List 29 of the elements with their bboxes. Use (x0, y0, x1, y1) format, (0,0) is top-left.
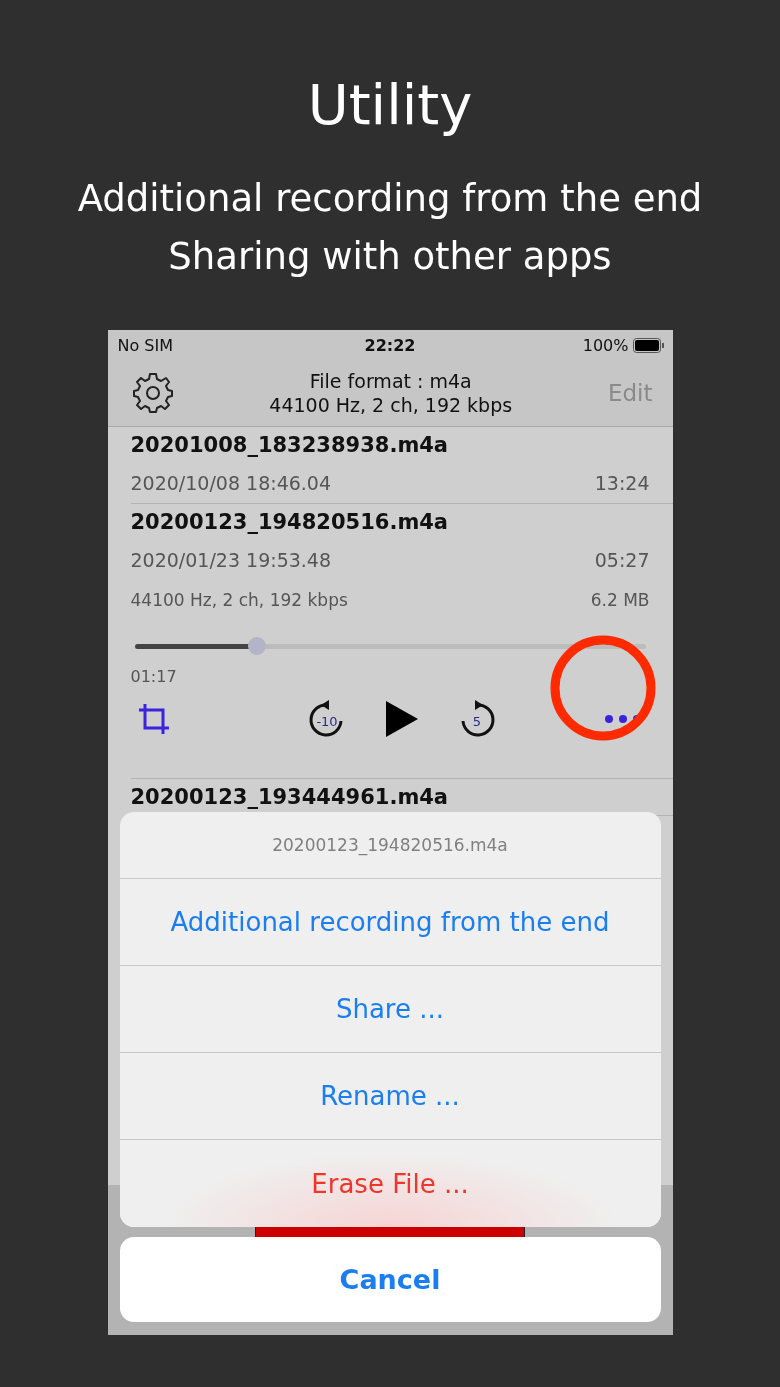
play-icon[interactable] (386, 701, 418, 737)
battery-icon (632, 337, 665, 353)
action-button[interactable]: Share ... (119, 966, 661, 1053)
duration: 13:24 (594, 472, 650, 494)
battery-percent: 100% (582, 335, 629, 355)
subtitle: Sharing with other apps (168, 234, 612, 280)
duration: 05:27 (594, 549, 650, 571)
playback-slider[interactable] (134, 637, 646, 655)
slider-thumb[interactable] (248, 637, 267, 655)
carrier: No SIM (117, 335, 174, 355)
elapsed-time: 01:17 (130, 667, 178, 687)
file-size: 6.2 MB (590, 590, 650, 610)
subtitle: Additional recording from the end (77, 176, 703, 222)
recording-date: 2020/01/23 19:53.48 (130, 549, 332, 571)
sheet-title: 20200123_194820516.m4a (119, 812, 661, 879)
nav-subtitle: 44100 Hz, 2 ch, 192 kbps (269, 393, 513, 417)
file-name[interactable]: 20200123_193444961.m4a (130, 779, 650, 815)
headline: Utility (307, 71, 473, 139)
crop-icon[interactable] (136, 702, 171, 736)
file-name[interactable]: 20201008_183238938.m4a (130, 427, 650, 463)
edit-button[interactable]: Edit (607, 380, 653, 406)
recording-date: 2020/10/08 18:46.04 (130, 472, 332, 494)
action-button[interactable]: Additional recording from the end (119, 879, 661, 966)
file-name[interactable]: 20200123_194820516.m4a (130, 504, 650, 540)
settings-icon[interactable] (131, 372, 174, 414)
cancel-button[interactable]: Cancel (119, 1237, 661, 1322)
audio-format: 44100 Hz, 2 ch, 192 kbps (130, 590, 348, 610)
nav-title: File format : m4a (309, 369, 472, 393)
clock: 22:22 (364, 335, 416, 355)
